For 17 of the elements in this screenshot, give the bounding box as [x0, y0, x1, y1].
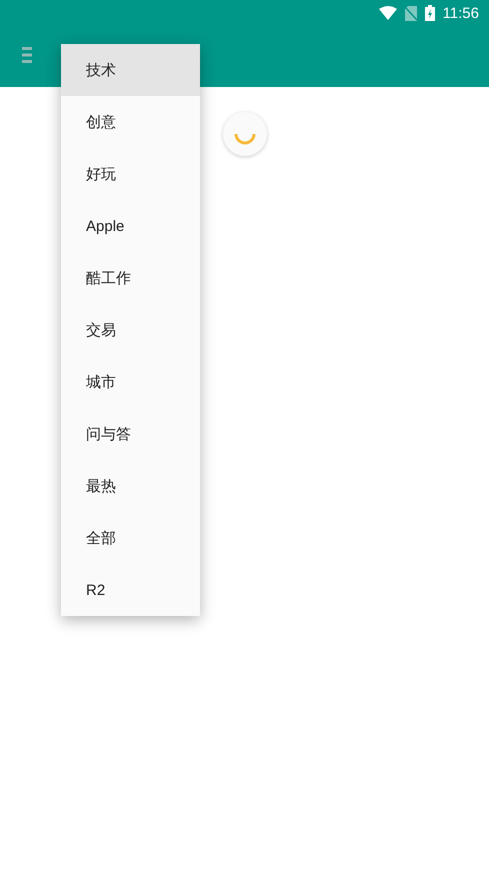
menu-item[interactable]: 酷工作: [61, 252, 200, 304]
no-sim-icon: [404, 6, 417, 20]
menu-item[interactable]: 创意: [61, 96, 200, 148]
menu-item[interactable]: R2: [61, 564, 200, 616]
menu-item[interactable]: 问与答: [61, 408, 200, 460]
menu-item[interactable]: 交易: [61, 304, 200, 356]
menu-icon[interactable]: [22, 46, 32, 62]
menu-item[interactable]: 好玩: [61, 148, 200, 200]
battery-charging-icon: [424, 5, 435, 21]
menu-item[interactable]: 城市: [61, 356, 200, 408]
menu-item[interactable]: 技术: [61, 44, 200, 96]
wifi-icon: [378, 6, 397, 20]
menu-item[interactable]: 最热: [61, 460, 200, 512]
menu-item[interactable]: Apple: [61, 200, 200, 252]
loading-spinner: [222, 112, 266, 156]
status-time: 11:56: [442, 4, 479, 22]
menu-item[interactable]: 全部: [61, 512, 200, 564]
